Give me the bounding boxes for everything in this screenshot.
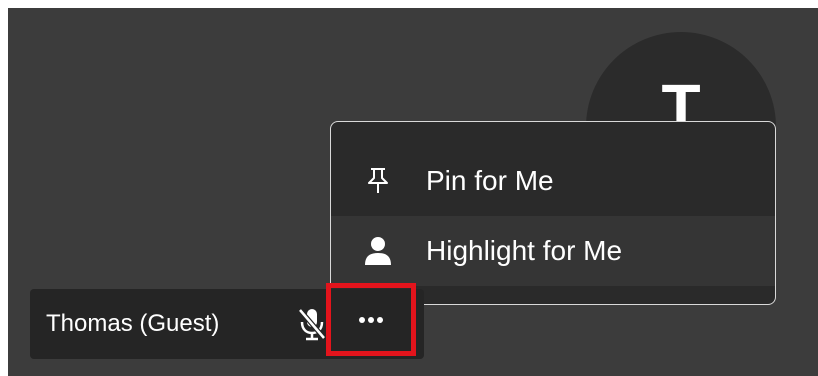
menu-item-label: Pin for Me <box>426 165 554 196</box>
person-icon <box>363 236 393 266</box>
participant-context-menu: Pin for Me Highlight for Me <box>330 121 776 305</box>
mic-off-icon <box>297 307 327 341</box>
pin-icon <box>363 166 393 196</box>
menu-item-label: Highlight for Me <box>426 235 623 266</box>
more-options-button[interactable] <box>326 283 416 356</box>
menu-item-pin-for-me[interactable]: Pin for Me <box>331 146 775 216</box>
video-tile: T Pin for Me Highlight for Me Thomas (Gu… <box>8 8 818 376</box>
menu-item-highlight-for-me[interactable]: Highlight for Me <box>331 216 775 286</box>
participant-name: Thomas (Guest) <box>46 310 220 337</box>
more-options-icon <box>358 311 384 329</box>
